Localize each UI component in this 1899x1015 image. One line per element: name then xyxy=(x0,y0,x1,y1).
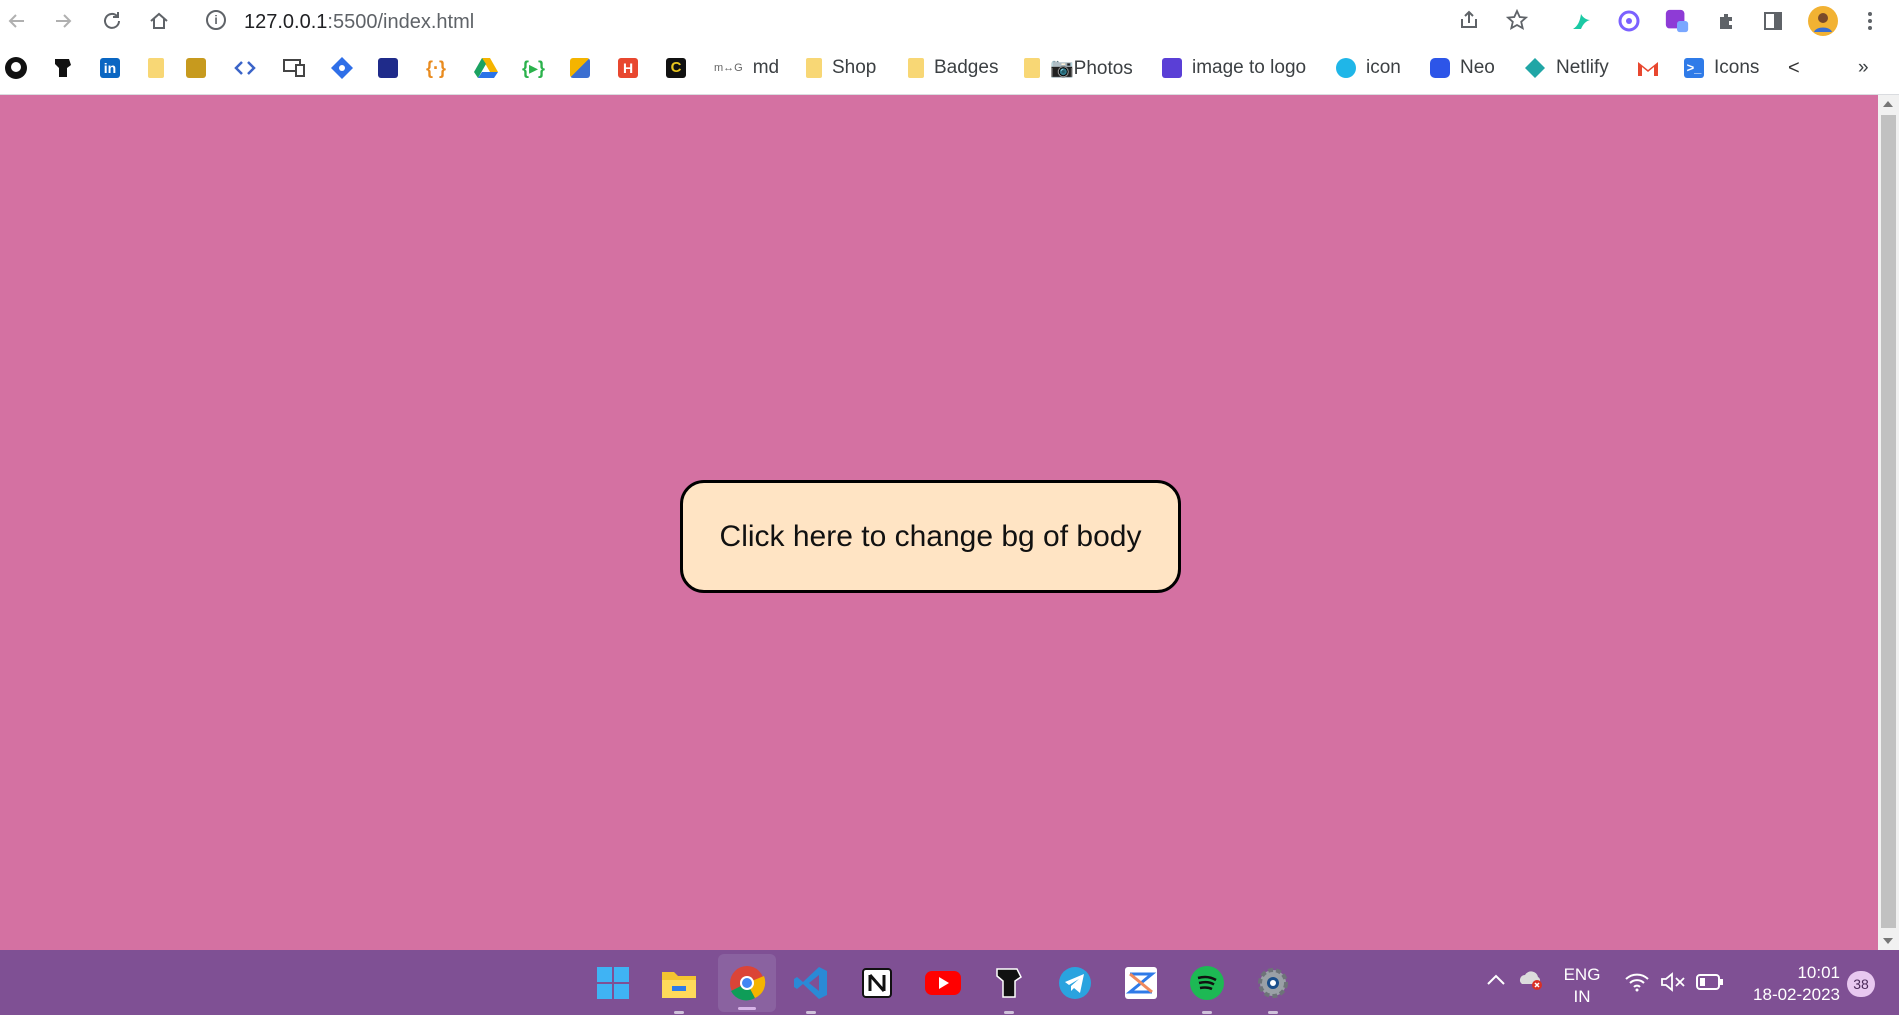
back-icon[interactable] xyxy=(4,8,30,34)
bookmark-icon[interactable]: icon xyxy=(1336,56,1401,80)
clock-date: 18-02-2023 xyxy=(1753,985,1840,1004)
google-drive-icon[interactable] xyxy=(474,56,498,80)
bookmark-shop[interactable]: Shop xyxy=(806,56,876,80)
reload-icon[interactable] xyxy=(99,8,125,34)
braces-icon[interactable]: {·} xyxy=(426,56,446,80)
bookmark-image-to-logo[interactable]: image to logo xyxy=(1162,56,1306,80)
half-visible-bookmark-icon[interactable]: < xyxy=(1788,56,1800,80)
bookmark-md[interactable]: m↔G md xyxy=(714,56,779,80)
gmail-icon[interactable] xyxy=(1636,56,1660,80)
bookmark-label: md xyxy=(752,57,780,78)
home-icon[interactable] xyxy=(146,8,172,34)
search-app-icon xyxy=(1336,58,1356,78)
language-indicator[interactable]: ENG IN xyxy=(1558,964,1606,1008)
clock[interactable]: 10:01 18-02-2023 xyxy=(1740,962,1840,1006)
github-icon[interactable] xyxy=(4,56,28,80)
notion-icon[interactable] xyxy=(858,964,896,1002)
bookmark-icons[interactable]: >_ Icons xyxy=(1684,56,1759,80)
vscode-icon[interactable] xyxy=(792,964,830,1014)
change-bg-button[interactable]: Click here to change bg of body xyxy=(680,480,1181,593)
telegram-icon[interactable] xyxy=(1056,964,1094,1002)
site-info-icon[interactable]: i xyxy=(206,10,226,30)
onedrive-error-icon[interactable] xyxy=(1518,969,1544,996)
bear-icon[interactable] xyxy=(990,964,1028,1014)
page-body: Click here to change bg of body xyxy=(0,95,1878,950)
url-path: :5500/index.html xyxy=(327,11,475,33)
bookmark-badges[interactable]: Badges xyxy=(908,56,998,80)
page-scrollbar[interactable] xyxy=(1878,95,1899,950)
bear-icon[interactable] xyxy=(52,56,74,80)
shield-icon[interactable] xyxy=(186,56,206,80)
netlify-icon xyxy=(1525,58,1545,78)
side-panel-icon[interactable] xyxy=(1760,8,1786,34)
browser-toolbar: i 127.0.0.1:5500/index.html xyxy=(0,0,1899,42)
italic-app-icon[interactable] xyxy=(378,56,398,80)
bookmark-label: image to logo xyxy=(1192,57,1307,78)
bookmark-label: Badges xyxy=(934,57,999,78)
linkedin-icon[interactable]: in xyxy=(100,56,120,80)
mg-icon: m↔G xyxy=(714,62,743,74)
code-icon[interactable] xyxy=(234,56,256,80)
volume-muted-icon[interactable] xyxy=(1660,972,1686,997)
chrome-icon[interactable] xyxy=(718,954,776,1012)
bookmark-label: Neo xyxy=(1460,57,1495,78)
settings-icon[interactable] xyxy=(1254,964,1292,1014)
terminal-icon: >_ xyxy=(1684,58,1704,78)
diamond-icon[interactable] xyxy=(330,56,354,80)
scroll-up-icon[interactable] xyxy=(1883,101,1893,107)
c-app-icon[interactable]: C xyxy=(666,56,686,80)
neo-icon xyxy=(1430,58,1450,78)
bookmarks-overflow-button[interactable]: » xyxy=(1858,56,1869,80)
youtube-icon[interactable] xyxy=(924,964,962,1002)
share-icon[interactable] xyxy=(1456,7,1482,33)
stack-app-icon[interactable] xyxy=(1122,964,1160,1002)
windows-start-icon[interactable] xyxy=(594,964,632,1002)
show-hidden-icons-icon[interactable] xyxy=(1486,972,1506,991)
bookmark-netlify[interactable]: Netlify xyxy=(1524,56,1609,80)
language-code: ENG xyxy=(1563,965,1601,984)
blocks-app-icon[interactable] xyxy=(570,56,590,80)
region-code: IN xyxy=(1573,987,1591,1006)
bookmark-star-icon[interactable] xyxy=(1504,7,1530,33)
bookmark-label: Icons xyxy=(1714,57,1760,78)
menu-kebab-icon[interactable] xyxy=(1857,8,1883,34)
devices-icon[interactable] xyxy=(282,56,306,80)
profile-avatar[interactable] xyxy=(1807,5,1839,37)
scrollbar-thumb[interactable] xyxy=(1881,115,1896,928)
spotify-icon[interactable] xyxy=(1188,964,1226,1014)
scroll-down-icon[interactable] xyxy=(1883,938,1893,944)
extension-bird-icon[interactable] xyxy=(1568,8,1594,34)
extension-color-picker-icon[interactable] xyxy=(1664,8,1690,34)
h-app-icon[interactable]: H xyxy=(618,56,638,80)
forward-icon[interactable] xyxy=(50,8,76,34)
logo-app-icon xyxy=(1162,58,1182,78)
url-host: 127.0.0.1 xyxy=(244,11,328,33)
bookmark-label: icon xyxy=(1366,57,1401,78)
address-bar[interactable]: i 127.0.0.1:5500/index.html xyxy=(194,3,1549,39)
notification-badge[interactable]: 38 xyxy=(1847,971,1875,997)
folder-icon xyxy=(806,58,822,78)
play-braces-icon[interactable]: {▸} xyxy=(522,56,545,80)
bookmark-label: Shop xyxy=(832,57,877,78)
clock-time: 10:01 xyxy=(1797,963,1840,982)
extensions-puzzle-icon[interactable] xyxy=(1714,8,1740,34)
file-explorer-icon[interactable] xyxy=(660,964,698,1014)
extension-at-icon[interactable] xyxy=(1616,8,1642,34)
bookmark-photos[interactable]: 📷Photos xyxy=(1024,56,1133,80)
folder-icon[interactable] xyxy=(148,56,164,80)
url-text: 127.0.0.1:5500/index.html xyxy=(244,11,474,34)
folder-icon xyxy=(1024,58,1040,78)
folder-icon xyxy=(908,58,924,78)
battery-icon[interactable] xyxy=(1696,974,1724,995)
wifi-icon[interactable] xyxy=(1624,972,1650,997)
bookmarks-bar: in {·} {▸} H C m↔G md Shop Badges 📷Photos… xyxy=(0,42,1899,95)
taskbar: ENG IN 10:01 18-02-2023 38 xyxy=(0,950,1899,1015)
bookmark-label: 📷Photos xyxy=(1050,58,1133,79)
bookmark-label: Netlify xyxy=(1556,57,1609,78)
bookmark-neo[interactable]: Neo xyxy=(1430,56,1495,80)
